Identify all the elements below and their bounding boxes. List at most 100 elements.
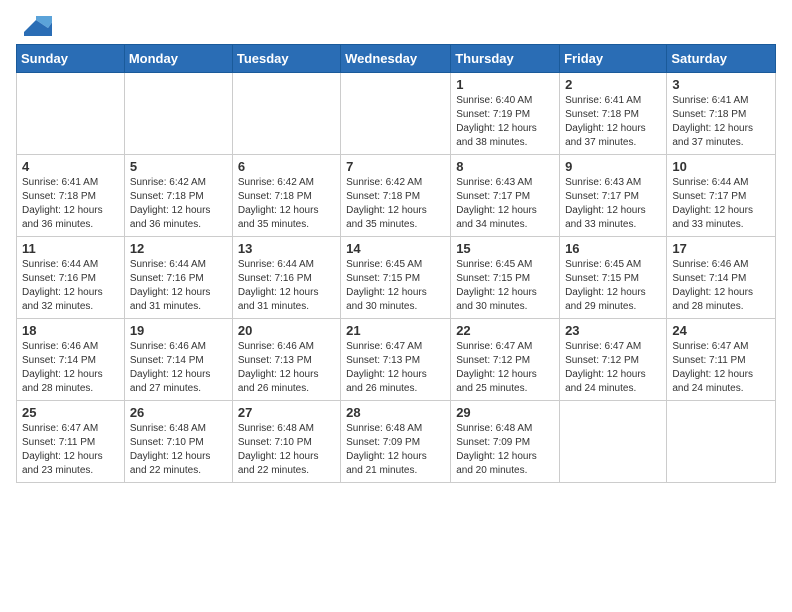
day-number: 5 (130, 159, 227, 174)
day-number: 1 (456, 77, 554, 92)
day-number: 6 (238, 159, 335, 174)
day-info: Sunrise: 6:43 AM Sunset: 7:17 PM Dayligh… (456, 176, 554, 232)
day-number: 22 (456, 323, 554, 338)
week-row-5: 25 Sunrise: 6:47 AM Sunset: 7:11 PM Dayli… (17, 401, 776, 483)
logo (16, 16, 52, 36)
day-number: 25 (22, 405, 119, 420)
day-info: Sunrise: 6:44 AM Sunset: 7:17 PM Dayligh… (672, 176, 770, 232)
calendar-cell: 13 Sunrise: 6:44 AM Sunset: 7:16 PM Dayli… (232, 237, 340, 319)
day-number: 11 (22, 241, 119, 256)
calendar-cell: 26 Sunrise: 6:48 AM Sunset: 7:10 PM Dayli… (124, 401, 232, 483)
day-info: Sunrise: 6:47 AM Sunset: 7:12 PM Dayligh… (456, 340, 554, 396)
day-number: 19 (130, 323, 227, 338)
calendar-cell: 21 Sunrise: 6:47 AM Sunset: 7:13 PM Dayli… (341, 319, 451, 401)
day-number: 13 (238, 241, 335, 256)
calendar-cell: 11 Sunrise: 6:44 AM Sunset: 7:16 PM Dayli… (17, 237, 125, 319)
day-number: 24 (672, 323, 770, 338)
day-info: Sunrise: 6:46 AM Sunset: 7:13 PM Dayligh… (238, 340, 335, 396)
day-number: 2 (565, 77, 661, 92)
calendar-cell: 29 Sunrise: 6:48 AM Sunset: 7:09 PM Dayli… (451, 401, 560, 483)
week-row-4: 18 Sunrise: 6:46 AM Sunset: 7:14 PM Dayli… (17, 319, 776, 401)
weekday-header-row: SundayMondayTuesdayWednesdayThursdayFrid… (17, 45, 776, 73)
day-info: Sunrise: 6:48 AM Sunset: 7:10 PM Dayligh… (130, 422, 227, 478)
calendar-cell: 22 Sunrise: 6:47 AM Sunset: 7:12 PM Dayli… (451, 319, 560, 401)
calendar-cell: 9 Sunrise: 6:43 AM Sunset: 7:17 PM Daylig… (560, 155, 667, 237)
week-row-2: 4Sunrise: 6:41 AM Sunset: 7:18 PM Daylig… (17, 155, 776, 237)
weekday-header-thursday: Thursday (451, 45, 560, 73)
day-number: 12 (130, 241, 227, 256)
week-row-3: 11 Sunrise: 6:44 AM Sunset: 7:16 PM Dayli… (17, 237, 776, 319)
day-number: 29 (456, 405, 554, 420)
calendar-cell: 2 Sunrise: 6:41 AM Sunset: 7:18 PM Daylig… (560, 73, 667, 155)
day-info: Sunrise: 6:42 AM Sunset: 7:18 PM Dayligh… (130, 176, 227, 232)
day-info: Sunrise: 6:40 AM Sunset: 7:19 PM Dayligh… (456, 94, 554, 150)
calendar-cell: 15 Sunrise: 6:45 AM Sunset: 7:15 PM Dayli… (451, 237, 560, 319)
calendar-cell: 16Sunrise: 6:45 AM Sunset: 7:15 PM Dayli… (560, 237, 667, 319)
day-info: Sunrise: 6:48 AM Sunset: 7:09 PM Dayligh… (456, 422, 554, 478)
day-info: Sunrise: 6:46 AM Sunset: 7:14 PM Dayligh… (22, 340, 119, 396)
day-info: Sunrise: 6:48 AM Sunset: 7:09 PM Dayligh… (346, 422, 445, 478)
day-number: 8 (456, 159, 554, 174)
day-info: Sunrise: 6:47 AM Sunset: 7:11 PM Dayligh… (22, 422, 119, 478)
day-info: Sunrise: 6:41 AM Sunset: 7:18 PM Dayligh… (565, 94, 661, 150)
calendar-cell: 14 Sunrise: 6:45 AM Sunset: 7:15 PM Dayli… (341, 237, 451, 319)
calendar-cell: 25 Sunrise: 6:47 AM Sunset: 7:11 PM Dayli… (17, 401, 125, 483)
weekday-header-saturday: Saturday (667, 45, 776, 73)
day-number: 9 (565, 159, 661, 174)
day-number: 7 (346, 159, 445, 174)
calendar-cell: 19 Sunrise: 6:46 AM Sunset: 7:14 PM Dayli… (124, 319, 232, 401)
weekday-header-friday: Friday (560, 45, 667, 73)
calendar-cell: 27Sunrise: 6:48 AM Sunset: 7:10 PM Dayli… (232, 401, 340, 483)
calendar-cell: 6 Sunrise: 6:42 AM Sunset: 7:18 PM Daylig… (232, 155, 340, 237)
calendar-cell: 23Sunrise: 6:47 AM Sunset: 7:12 PM Dayli… (560, 319, 667, 401)
day-info: Sunrise: 6:46 AM Sunset: 7:14 PM Dayligh… (130, 340, 227, 396)
calendar-cell: 5 Sunrise: 6:42 AM Sunset: 7:18 PM Daylig… (124, 155, 232, 237)
calendar-cell (232, 73, 340, 155)
calendar-cell: 4Sunrise: 6:41 AM Sunset: 7:18 PM Daylig… (17, 155, 125, 237)
calendar-cell: 12 Sunrise: 6:44 AM Sunset: 7:16 PM Dayli… (124, 237, 232, 319)
day-number: 28 (346, 405, 445, 420)
logo-icon (20, 16, 52, 36)
calendar-cell (124, 73, 232, 155)
day-number: 3 (672, 77, 770, 92)
day-info: Sunrise: 6:43 AM Sunset: 7:17 PM Dayligh… (565, 176, 661, 232)
calendar-cell: 1 Sunrise: 6:40 AM Sunset: 7:19 PM Daylig… (451, 73, 560, 155)
day-number: 15 (456, 241, 554, 256)
day-info: Sunrise: 6:45 AM Sunset: 7:15 PM Dayligh… (346, 258, 445, 314)
day-info: Sunrise: 6:47 AM Sunset: 7:13 PM Dayligh… (346, 340, 445, 396)
day-info: Sunrise: 6:44 AM Sunset: 7:16 PM Dayligh… (238, 258, 335, 314)
day-info: Sunrise: 6:46 AM Sunset: 7:14 PM Dayligh… (672, 258, 770, 314)
calendar-cell: 3 Sunrise: 6:41 AM Sunset: 7:18 PM Daylig… (667, 73, 776, 155)
calendar-cell: 17Sunrise: 6:46 AM Sunset: 7:14 PM Dayli… (667, 237, 776, 319)
calendar-cell: 20 Sunrise: 6:46 AM Sunset: 7:13 PM Dayli… (232, 319, 340, 401)
day-number: 21 (346, 323, 445, 338)
day-info: Sunrise: 6:47 AM Sunset: 7:11 PM Dayligh… (672, 340, 770, 396)
calendar: SundayMondayTuesdayWednesdayThursdayFrid… (16, 44, 776, 483)
weekday-header-monday: Monday (124, 45, 232, 73)
day-info: Sunrise: 6:42 AM Sunset: 7:18 PM Dayligh… (346, 176, 445, 232)
calendar-cell: 18 Sunrise: 6:46 AM Sunset: 7:14 PM Dayli… (17, 319, 125, 401)
day-number: 20 (238, 323, 335, 338)
day-info: Sunrise: 6:42 AM Sunset: 7:18 PM Dayligh… (238, 176, 335, 232)
week-row-1: 1 Sunrise: 6:40 AM Sunset: 7:19 PM Daylig… (17, 73, 776, 155)
day-number: 14 (346, 241, 445, 256)
calendar-cell: 8 Sunrise: 6:43 AM Sunset: 7:17 PM Daylig… (451, 155, 560, 237)
day-info: Sunrise: 6:45 AM Sunset: 7:15 PM Dayligh… (456, 258, 554, 314)
day-info: Sunrise: 6:44 AM Sunset: 7:16 PM Dayligh… (130, 258, 227, 314)
day-number: 16 (565, 241, 661, 256)
header (16, 16, 776, 36)
day-info: Sunrise: 6:48 AM Sunset: 7:10 PM Dayligh… (238, 422, 335, 478)
day-number: 23 (565, 323, 661, 338)
day-info: Sunrise: 6:41 AM Sunset: 7:18 PM Dayligh… (672, 94, 770, 150)
calendar-cell (341, 73, 451, 155)
calendar-cell: 10 Sunrise: 6:44 AM Sunset: 7:17 PM Dayli… (667, 155, 776, 237)
calendar-cell (560, 401, 667, 483)
weekday-header-wednesday: Wednesday (341, 45, 451, 73)
calendar-cell (17, 73, 125, 155)
day-number: 18 (22, 323, 119, 338)
day-info: Sunrise: 6:44 AM Sunset: 7:16 PM Dayligh… (22, 258, 119, 314)
calendar-cell: 7 Sunrise: 6:42 AM Sunset: 7:18 PM Daylig… (341, 155, 451, 237)
weekday-header-sunday: Sunday (17, 45, 125, 73)
day-number: 26 (130, 405, 227, 420)
day-number: 10 (672, 159, 770, 174)
